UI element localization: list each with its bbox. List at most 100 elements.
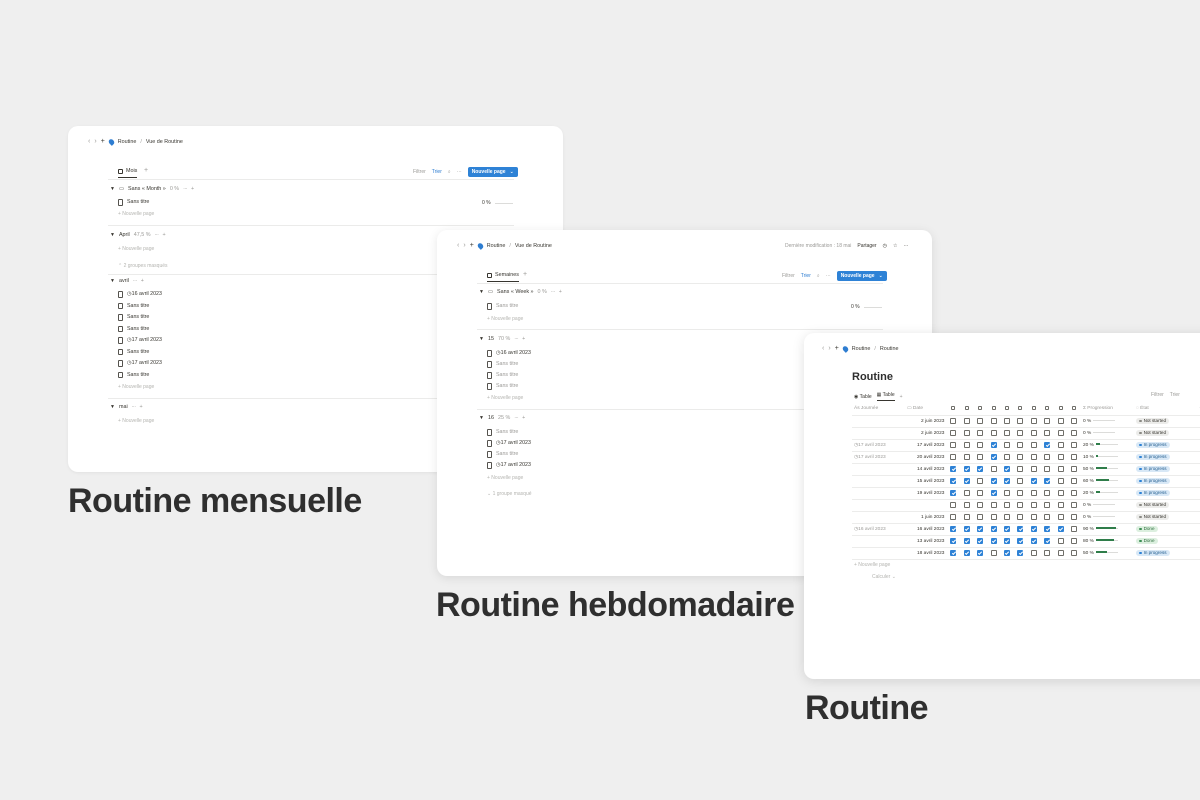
checkbox-checked[interactable] — [950, 525, 957, 532]
cell-etat[interactable]: Done — [1133, 523, 1198, 536]
table-row[interactable]: 1 juin 2023 0 % Not started — [852, 511, 1200, 524]
checkbox-checked[interactable] — [1003, 465, 1010, 472]
checkbox[interactable] — [963, 489, 970, 496]
checkbox[interactable] — [1057, 417, 1064, 424]
header-habit-7[interactable] — [1027, 403, 1041, 416]
checkbox[interactable] — [1057, 453, 1064, 460]
cell-journee[interactable] — [852, 415, 905, 428]
checkbox[interactable] — [1071, 549, 1078, 556]
checkbox[interactable] — [1044, 549, 1051, 556]
checkbox[interactable] — [990, 465, 997, 472]
checkbox[interactable] — [1003, 417, 1010, 424]
checkbox[interactable] — [1057, 465, 1064, 472]
cell-date[interactable]: 1 juin 2023 — [904, 511, 947, 524]
checkbox-checked[interactable] — [990, 441, 997, 448]
checkbox[interactable] — [1057, 441, 1064, 448]
checkbox[interactable] — [1057, 429, 1064, 436]
list-item[interactable]: Sans titre — [487, 429, 518, 436]
table-row[interactable]: 0 % Not started — [852, 499, 1200, 512]
cell-journee[interactable] — [852, 487, 905, 500]
list-item[interactable]: Sans titre — [118, 325, 149, 332]
table-row[interactable]: ◷17 avril 2023 20 avril 2023 10 % In progre… — [852, 451, 1200, 464]
checkbox-checked[interactable] — [1017, 537, 1024, 544]
checkbox-checked[interactable] — [1017, 549, 1024, 556]
list-item[interactable]: ◷17 avril 2023 — [118, 360, 162, 367]
header-habit-4[interactable] — [986, 403, 1001, 416]
group-header[interactable]: ▼ avril ··· + — [110, 278, 144, 284]
cell-etat[interactable]: In progress — [1133, 547, 1198, 560]
add-icon[interactable]: + — [191, 186, 194, 192]
cell-date[interactable]: 13 avril 2023 — [904, 535, 947, 548]
checkbox[interactable] — [1044, 417, 1051, 424]
checkbox[interactable] — [1003, 501, 1010, 508]
cell-date[interactable]: 20 avril 2023 — [904, 451, 947, 464]
checkbox[interactable] — [1057, 477, 1064, 484]
checkbox[interactable] — [1017, 453, 1024, 460]
checkbox[interactable] — [977, 429, 984, 436]
table-row[interactable]: 15 avril 2023 60 % In progress — [852, 475, 1200, 488]
checkbox[interactable] — [963, 453, 970, 460]
tab-mois[interactable]: Mois — [118, 168, 138, 178]
checkbox[interactable] — [950, 441, 957, 448]
group-header[interactable]: ▼ 15 70 % ··· + — [479, 336, 525, 342]
checkbox[interactable] — [990, 513, 997, 520]
checkbox[interactable] — [1071, 465, 1078, 472]
cell-etat[interactable]: In progress — [1133, 439, 1198, 452]
checkbox[interactable] — [1071, 501, 1078, 508]
checkbox[interactable] — [1030, 513, 1037, 520]
header-habit-5[interactable] — [1000, 403, 1014, 416]
checkbox[interactable] — [950, 453, 957, 460]
new-page-row[interactable]: + Nouvelle page — [487, 395, 523, 401]
new-page-row[interactable]: + Nouvelle page — [118, 384, 154, 390]
cell-date[interactable]: 2 juin 2023 — [904, 427, 947, 440]
checkbox-checked[interactable] — [1044, 537, 1051, 544]
more-icon[interactable]: ··· — [514, 415, 518, 421]
cell-etat[interactable]: Not started — [1133, 499, 1198, 512]
checkbox-checked[interactable] — [1030, 477, 1037, 484]
checkbox-checked[interactable] — [1044, 441, 1051, 448]
checkbox[interactable] — [977, 501, 984, 508]
filter-button[interactable]: Filtrer — [413, 169, 426, 175]
checkbox-checked[interactable] — [1003, 477, 1010, 484]
checkbox-checked[interactable] — [950, 477, 957, 484]
checkbox[interactable] — [1030, 549, 1037, 556]
list-item[interactable]: ◷16 avril 2023 — [118, 291, 162, 298]
checkbox[interactable] — [1071, 477, 1078, 484]
back-icon[interactable]: ‹ — [822, 345, 824, 352]
cell-etat[interactable]: In progress — [1133, 451, 1198, 464]
checkbox[interactable] — [1017, 429, 1024, 436]
checkbox[interactable] — [950, 417, 957, 424]
list-item[interactable]: Sans titre — [118, 199, 149, 206]
checkbox[interactable] — [1071, 453, 1078, 460]
cell-journee[interactable] — [852, 427, 905, 440]
checkbox[interactable] — [990, 429, 997, 436]
tab-table-2[interactable]: ▦ Table — [876, 392, 895, 401]
checkbox[interactable] — [1044, 429, 1051, 436]
header-progression[interactable]: Σ Progression — [1080, 403, 1134, 416]
breadcrumb-page[interactable]: Vue de Routine — [515, 243, 552, 249]
hidden-groups[interactable]: ⌃ 2 groupes masqués — [118, 263, 168, 269]
header-etat[interactable]: ◌ État — [1133, 403, 1198, 416]
list-item[interactable]: Sans titre — [118, 302, 149, 309]
checkbox[interactable] — [1030, 441, 1037, 448]
group-header[interactable]: ▼ ▭ Sans « Month » 0 % ··· + — [110, 186, 194, 192]
checkbox[interactable] — [963, 441, 970, 448]
search-icon[interactable]: ⌕ — [817, 273, 820, 279]
checkbox[interactable] — [963, 417, 970, 424]
more-icon[interactable]: ··· — [514, 336, 518, 342]
add-icon[interactable]: + — [559, 289, 562, 295]
add-view-icon[interactable]: + — [523, 271, 527, 278]
checkbox[interactable] — [1071, 537, 1078, 544]
star-icon[interactable]: ☆ — [893, 243, 897, 249]
checkbox[interactable] — [977, 441, 984, 448]
header-habit-2[interactable] — [959, 403, 974, 416]
more-icon[interactable]: ··· — [132, 404, 136, 410]
list-item[interactable]: Sans titre — [487, 383, 518, 390]
checkbox[interactable] — [1044, 501, 1051, 508]
clock-icon[interactable]: ◷ — [883, 243, 887, 249]
list-item[interactable]: Sans titre — [487, 451, 518, 458]
search-icon[interactable]: ⌕ — [448, 169, 451, 175]
checkbox-checked[interactable] — [1044, 525, 1051, 532]
triangle-down-icon[interactable]: ▼ — [110, 186, 115, 192]
list-item[interactable]: Sans titre — [487, 303, 518, 310]
